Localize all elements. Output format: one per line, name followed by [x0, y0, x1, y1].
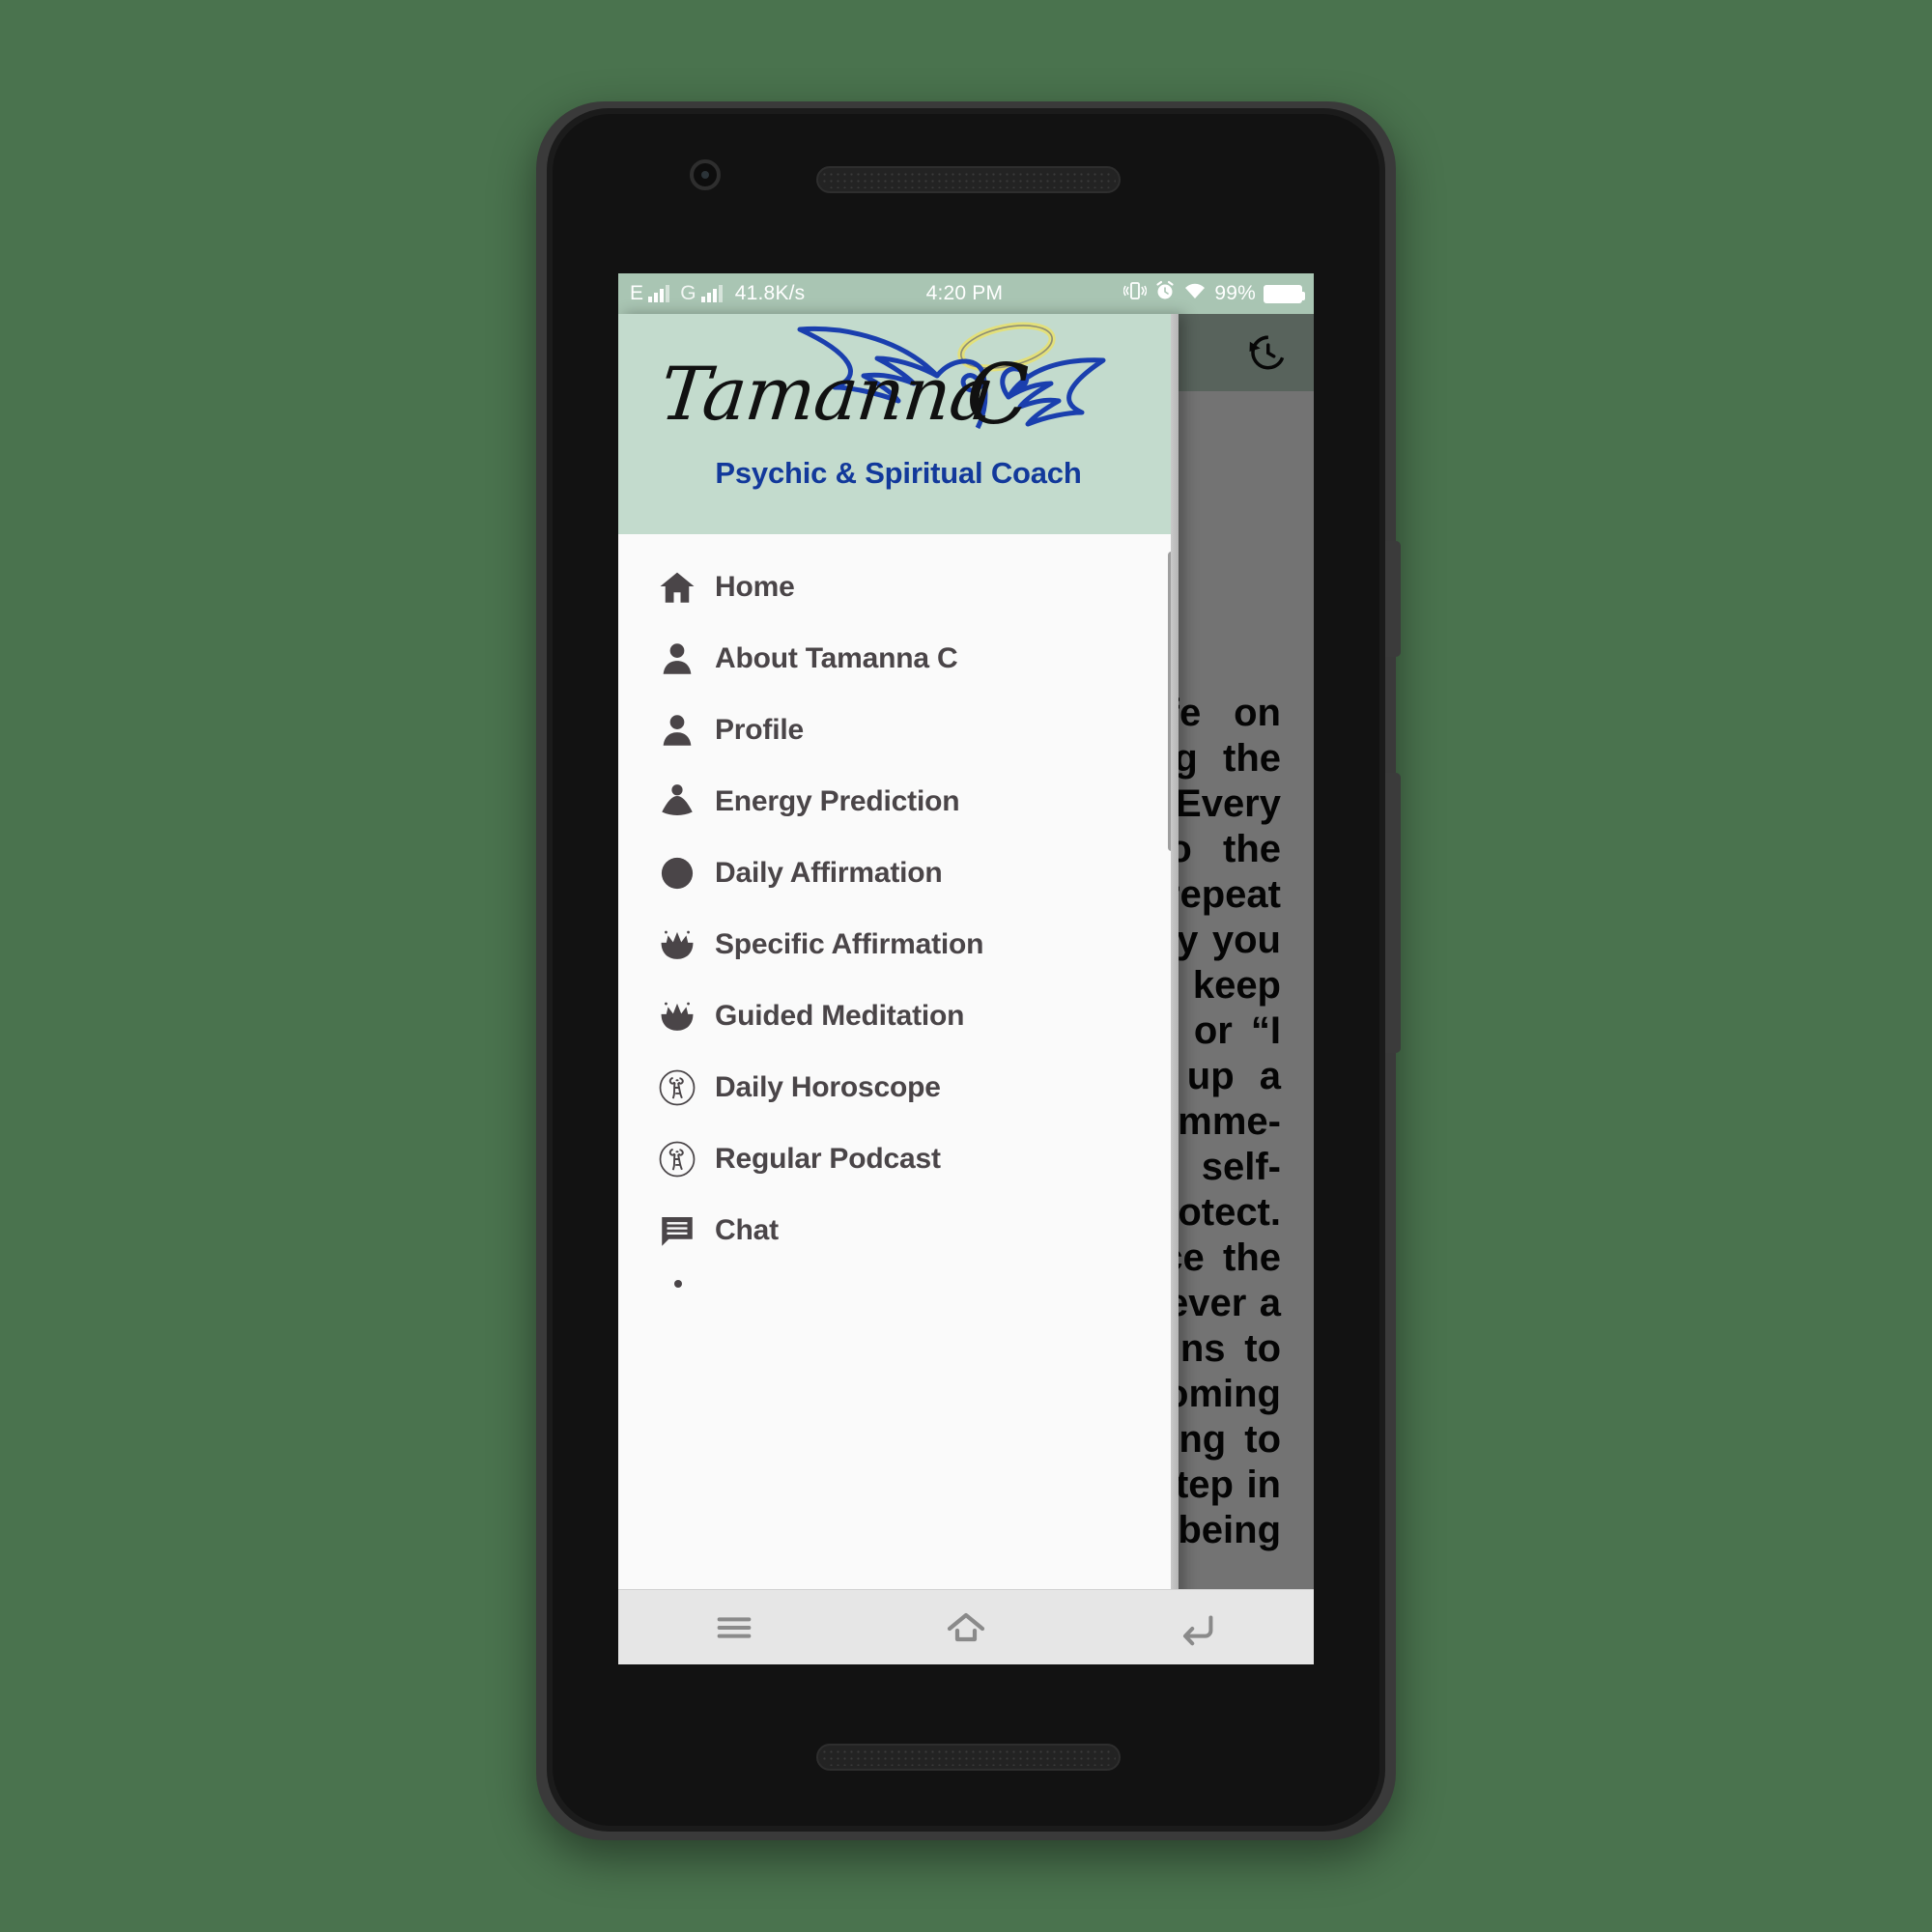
battery-percent-label: 99%: [1214, 282, 1256, 304]
menu-item-partially-visible[interactable]: [674, 1280, 682, 1288]
meditating-person-icon: [639, 781, 715, 822]
menu-item-about-tamanna-c[interactable]: About Tamanna C: [618, 623, 1179, 695]
earpiece-speaker-grille: [816, 166, 1121, 193]
brand-logo: Tamanna C Psychic & Spiritual Coach: [618, 322, 1179, 491]
history-icon[interactable]: [1246, 332, 1287, 373]
navigation-drawer: Tamanna C Psychic & Spiritual Coach Home: [618, 314, 1179, 1664]
logo-wordmark-row: Tamanna C: [647, 322, 1150, 458]
recents-button[interactable]: [618, 1605, 850, 1650]
menu-item-label: About Tamanna C: [715, 642, 958, 674]
signal-bars-1-icon: [648, 285, 670, 302]
menu-item-label: Daily Affirmation: [715, 857, 943, 889]
menu-item-energy-prediction[interactable]: Energy Prediction: [618, 766, 1179, 838]
network-type-2-label: G: [680, 282, 696, 304]
bottom-speaker-grille: [816, 1744, 1121, 1771]
menu-item-profile[interactable]: Profile: [618, 695, 1179, 766]
drawer-header: Tamanna C Psychic & Spiritual Coach: [618, 314, 1179, 534]
screenshot-stage: E G 41.8K/s 4:20 PM 99% on the Every the…: [0, 0, 1932, 1932]
aries-zodiac-icon: [639, 1139, 715, 1179]
back-arrow-icon: [1182, 1614, 1213, 1645]
power-button[interactable]: [1385, 541, 1401, 657]
home-button[interactable]: [850, 1605, 1082, 1651]
chat-bubble-icon: [639, 1210, 715, 1251]
vibrate-icon: [1122, 281, 1149, 306]
menu-item-label: Home: [715, 571, 795, 603]
brand-tagline: Psychic & Spiritual Coach: [715, 456, 1082, 490]
battery-icon: [1264, 284, 1305, 303]
menu-item-chat[interactable]: Chat: [618, 1195, 1179, 1266]
drawer-edge-shadow: [1171, 314, 1179, 1664]
menu-icon: [717, 1616, 752, 1638]
menu-item-label: Chat: [715, 1214, 779, 1246]
menu-item-label: Guided Meditation: [715, 1000, 965, 1032]
home-icon: [639, 567, 715, 608]
signal-bars-2-icon: [700, 285, 723, 302]
status-bar-left: E G 41.8K/s: [630, 282, 805, 305]
lotus-icon: [639, 996, 715, 1037]
volume-rocker-button[interactable]: [1385, 773, 1401, 1053]
alarm-icon: [1154, 280, 1176, 307]
menu-item-label: Regular Podcast: [715, 1143, 941, 1175]
drawer-menu-list: Home About Tamanna C Profile Energy Pred…: [618, 534, 1179, 1288]
menu-item-label: Profile: [715, 714, 804, 746]
aries-zodiac-icon: [639, 1067, 715, 1108]
phone-screen: E G 41.8K/s 4:20 PM 99% on the Every the…: [618, 273, 1314, 1664]
menu-item-home[interactable]: Home: [618, 552, 1179, 623]
menu-item-label: Energy Prediction: [715, 785, 960, 817]
menu-item-daily-horoscope[interactable]: Daily Horoscope: [618, 1052, 1179, 1123]
menu-item-daily-affirmation[interactable]: Daily Affirmation: [618, 838, 1179, 909]
status-bar-center: 4:20 PM: [805, 282, 1123, 305]
menu-item-label: Specific Affirmation: [715, 928, 984, 960]
clock-label: 4:20 PM: [925, 282, 1004, 304]
menu-item-label: Daily Horoscope: [715, 1071, 941, 1103]
back-button[interactable]: [1082, 1605, 1314, 1650]
person-icon: [639, 639, 715, 679]
data-speed-label: 41.8K/s: [734, 282, 806, 304]
status-bar-right: 99%: [1122, 280, 1305, 307]
android-navigation-bar: [618, 1589, 1314, 1664]
menu-item-regular-podcast[interactable]: Regular Podcast: [618, 1123, 1179, 1195]
brand-name: Tamanna: [656, 351, 998, 437]
front-camera-icon: [690, 159, 721, 190]
menu-item-guided-meditation[interactable]: Guided Meditation: [618, 980, 1179, 1052]
network-type-1-label: E: [630, 282, 644, 304]
lotus-icon: [639, 924, 715, 965]
wifi-icon: [1183, 281, 1207, 306]
person-icon: [639, 710, 715, 751]
circle-icon: [639, 853, 715, 894]
status-bar: E G 41.8K/s 4:20 PM 99%: [618, 273, 1314, 314]
speaker-mesh: [821, 171, 1116, 188]
home-outline-icon: [947, 1612, 985, 1641]
brand-initial: C: [966, 347, 1030, 443]
speaker-mesh: [821, 1748, 1116, 1766]
menu-item-specific-affirmation[interactable]: Specific Affirmation: [618, 909, 1179, 980]
